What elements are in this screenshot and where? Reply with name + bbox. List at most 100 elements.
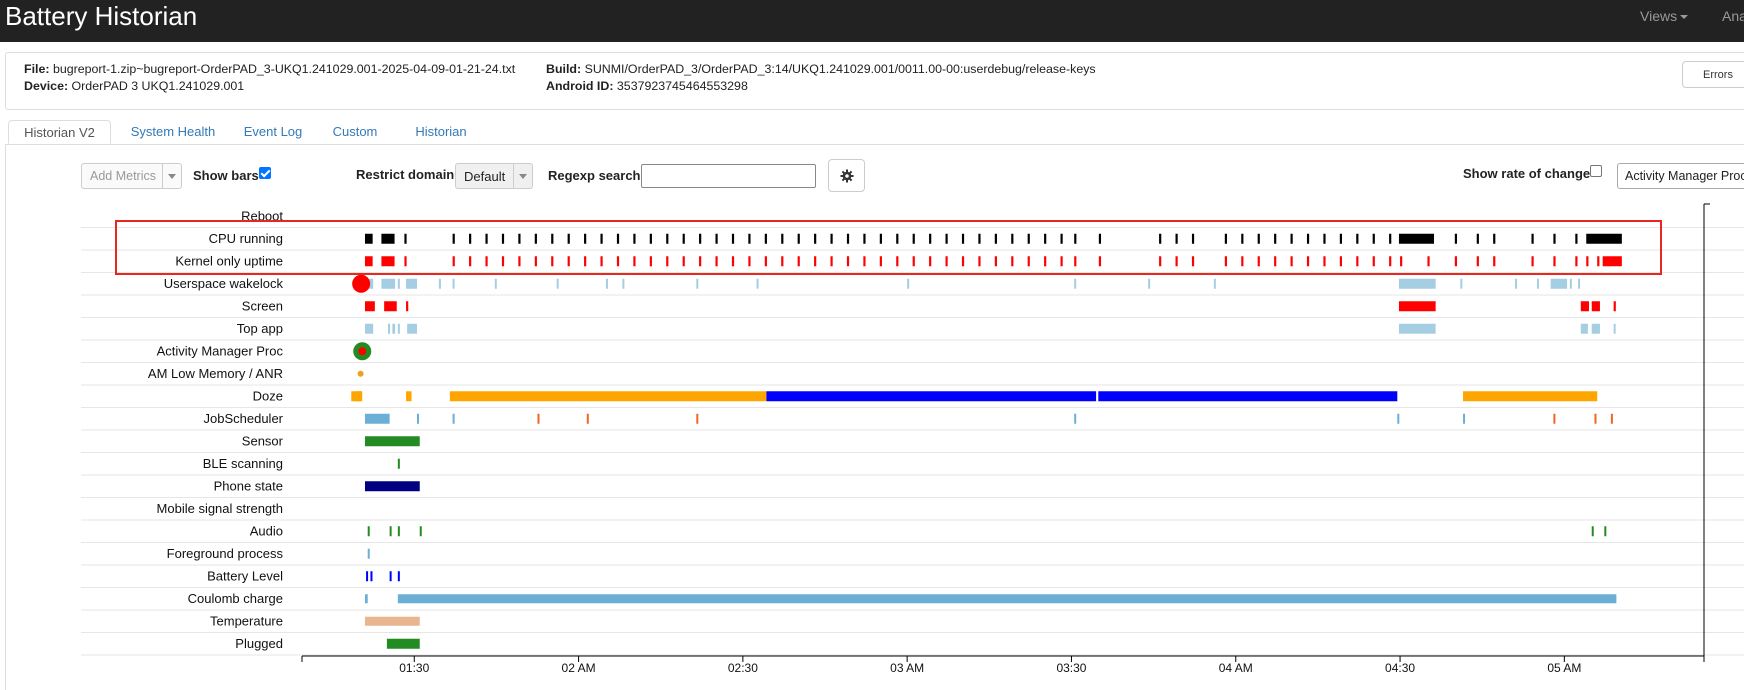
cpu-running-segment[interactable] [830, 233, 833, 244]
cpu-running-segment[interactable] [1011, 233, 1014, 244]
cpu-running-segment[interactable] [978, 233, 981, 244]
kernel-only-uptime-segment[interactable] [929, 256, 932, 267]
kernel-only-uptime-segment[interactable] [551, 256, 554, 267]
kernel-only-uptime-segment[interactable] [381, 256, 395, 267]
doze-segment[interactable] [1098, 391, 1398, 402]
userspace-wakelock-segment[interactable] [1148, 278, 1151, 289]
kernel-only-uptime-segment[interactable] [1372, 256, 1375, 267]
cpu-running-segment[interactable] [1257, 233, 1260, 244]
userspace-wakelock-segment[interactable] [1569, 278, 1572, 289]
jobscheduler-segment[interactable] [1553, 413, 1556, 424]
userspace-wakelock-segment[interactable] [1213, 278, 1216, 289]
cpu-running-segment[interactable] [364, 233, 373, 244]
kernel-only-uptime-segment[interactable] [1602, 256, 1622, 267]
jobscheduler-segment[interactable] [364, 413, 390, 424]
audio-segment[interactable] [419, 526, 422, 537]
screen-segment[interactable] [384, 301, 397, 312]
cpu-running-segment[interactable] [748, 233, 751, 244]
userspace-wakelock-segment[interactable] [438, 278, 441, 289]
jobscheduler-segment[interactable] [1463, 413, 1466, 424]
temperature-segment[interactable] [364, 616, 420, 626]
cpu-running-segment[interactable] [879, 233, 882, 244]
cpu-running-segment[interactable] [501, 233, 505, 244]
coulomb-charge-segment[interactable] [397, 594, 1617, 604]
cpu-running-segment[interactable] [381, 233, 395, 244]
kernel-only-uptime-segment[interactable] [1098, 256, 1102, 267]
kernel-only-uptime-segment[interactable] [485, 256, 488, 267]
cpu-running-segment[interactable] [1241, 233, 1244, 244]
kernel-only-uptime-segment[interactable] [1389, 256, 1392, 267]
userspace-wakelock-segment[interactable] [381, 278, 396, 289]
kernel-only-uptime-segment[interactable] [830, 256, 833, 267]
top-app-segment[interactable] [407, 323, 418, 334]
cpu-running-segment[interactable] [1454, 233, 1458, 244]
userspace-wakelock-segment[interactable] [1515, 278, 1518, 289]
cpu-running-segment[interactable] [666, 233, 669, 244]
userspace-wakelock-segment[interactable] [756, 278, 759, 289]
kernel-only-uptime-segment[interactable] [1476, 256, 1479, 267]
kernel-only-uptime-segment[interactable] [912, 256, 915, 267]
jobscheduler-segment[interactable] [537, 413, 540, 424]
userspace-wakelock-segment[interactable] [1550, 278, 1568, 289]
jobscheduler-segment[interactable] [417, 413, 420, 424]
kernel-only-uptime-segment[interactable] [534, 256, 537, 267]
kernel-only-uptime-segment[interactable] [469, 256, 472, 267]
cpu-running-segment[interactable] [682, 233, 685, 244]
cpu-running-segment[interactable] [1323, 233, 1326, 244]
plugged-segment[interactable] [386, 638, 420, 649]
cpu-running-segment[interactable] [1175, 233, 1178, 244]
kernel-only-uptime-segment[interactable] [501, 256, 505, 267]
top-app-segment[interactable] [1398, 323, 1436, 334]
audio-segment[interactable] [1591, 526, 1594, 537]
kernel-only-uptime-segment[interactable] [1400, 256, 1403, 267]
sensor-segment[interactable] [364, 436, 420, 447]
cpu-running-segment[interactable] [781, 233, 784, 244]
cpu-running-segment[interactable] [929, 233, 932, 244]
cpu-running-segment[interactable] [1356, 233, 1359, 244]
cpu-running-segment[interactable] [1159, 233, 1162, 244]
cpu-running-segment[interactable] [518, 233, 521, 244]
wakelock-event-marker[interactable] [352, 274, 371, 293]
jobscheduler-segment[interactable] [586, 413, 589, 424]
cpu-running-segment[interactable] [797, 233, 800, 244]
cpu-running-segment[interactable] [1060, 233, 1063, 244]
coulomb-charge-segment[interactable] [364, 594, 368, 604]
userspace-wakelock-segment[interactable] [452, 278, 455, 289]
kernel-only-uptime-segment[interactable] [699, 256, 702, 267]
cpu-running-segment[interactable] [715, 233, 718, 244]
cpu-running-segment[interactable] [567, 233, 570, 244]
kernel-only-uptime-segment[interactable] [748, 256, 751, 267]
kernel-only-uptime-segment[interactable] [1339, 256, 1342, 267]
kernel-only-uptime-segment[interactable] [846, 256, 850, 267]
kernel-only-uptime-segment[interactable] [731, 256, 735, 267]
kernel-only-uptime-segment[interactable] [633, 256, 636, 267]
top-app-segment[interactable] [392, 323, 396, 334]
kernel-only-uptime-segment[interactable] [364, 256, 373, 267]
cpu-running-segment[interactable] [633, 233, 636, 244]
kernel-only-uptime-segment[interactable] [1175, 256, 1178, 267]
kernel-only-uptime-segment[interactable] [1060, 256, 1063, 267]
userspace-wakelock-segment[interactable] [397, 278, 400, 289]
kernel-only-uptime-segment[interactable] [1044, 256, 1047, 267]
cpu-running-segment[interactable] [1339, 233, 1342, 244]
cpu-running-segment[interactable] [945, 233, 948, 244]
cpu-running-segment[interactable] [649, 233, 652, 244]
cpu-running-segment[interactable] [616, 233, 620, 244]
jobscheduler-segment[interactable] [1074, 413, 1077, 424]
screen-segment[interactable] [1591, 301, 1600, 312]
kernel-only-uptime-segment[interactable] [978, 256, 981, 267]
cpu-running-segment[interactable] [764, 233, 767, 244]
cpu-running-segment[interactable] [731, 233, 735, 244]
kernel-only-uptime-segment[interactable] [814, 256, 817, 267]
userspace-wakelock-segment[interactable] [907, 278, 910, 289]
jobscheduler-segment[interactable] [696, 413, 699, 424]
kernel-only-uptime-segment[interactable] [1454, 256, 1458, 267]
kernel-only-uptime-segment[interactable] [994, 256, 997, 267]
screen-segment[interactable] [364, 301, 375, 312]
cpu-running-segment[interactable] [1476, 233, 1479, 244]
cpu-running-segment[interactable] [485, 233, 488, 244]
jobscheduler-segment[interactable] [1594, 413, 1597, 424]
kernel-only-uptime-segment[interactable] [879, 256, 882, 267]
jobscheduler-segment[interactable] [1397, 413, 1400, 424]
kernel-only-uptime-segment[interactable] [1493, 256, 1496, 267]
